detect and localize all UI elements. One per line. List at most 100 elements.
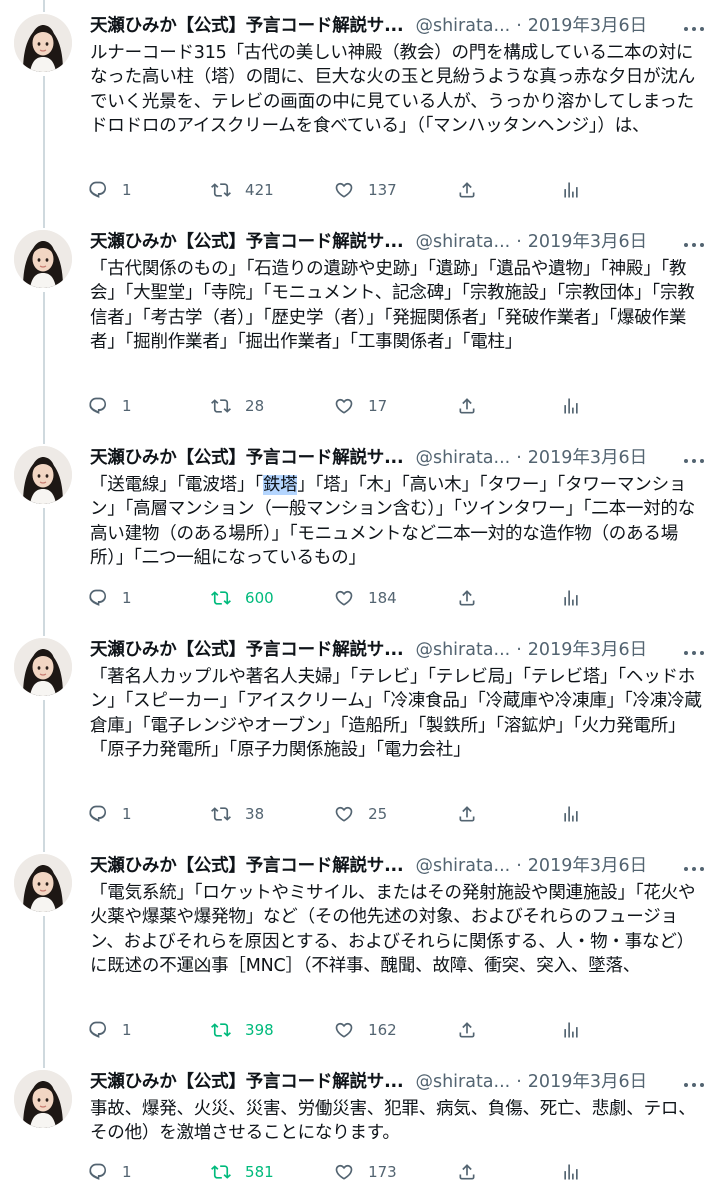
reply-button[interactable]: 1 [88,1162,211,1182]
avatar[interactable] [14,638,72,696]
retweet-count: 600 [245,589,274,607]
reply-button[interactable]: 1 [88,180,211,200]
tweet-date[interactable]: 2019年3月6日 [528,444,647,469]
share-button[interactable] [457,1162,561,1182]
like-button[interactable]: 162 [334,1020,457,1040]
analytics-button[interactable] [561,588,618,608]
more-options-icon[interactable] [683,860,705,878]
retweet-button[interactable]: 421 [211,180,334,200]
share-icon [457,1162,477,1182]
tweet[interactable]: 天瀬ひみか【公式】予言コード解説サ... @shirata... · 2019年… [0,0,721,216]
more-options-icon[interactable] [683,644,705,662]
tweet-date[interactable]: 2019年3月6日 [528,228,647,253]
reply-count: 1 [122,181,132,199]
more-options-icon[interactable] [683,236,705,254]
like-button[interactable]: 184 [334,588,457,608]
like-icon [334,1020,354,1040]
separator-dot: · [516,16,522,36]
like-count: 137 [368,181,397,199]
tweet-text: 「電気系統」「ロケットやミサイル、またはその発射施設や関連施設」「花火や火薬や爆… [90,883,696,977]
reply-icon [88,1020,108,1040]
share-button[interactable] [457,396,561,416]
more-options-icon[interactable] [683,1076,705,1094]
avatar[interactable] [14,14,72,72]
reply-icon [88,588,108,608]
share-button[interactable] [457,804,561,824]
retweet-button[interactable]: 38 [211,804,334,824]
author-name[interactable]: 天瀬ひみか【公式】予言コード解説サ... [90,228,404,253]
avatar[interactable] [14,230,72,288]
like-count: 184 [368,589,397,607]
share-button[interactable] [457,1020,561,1040]
tweet-header: 天瀬ひみか【公式】予言コード解説サ... @shirata... · 2019年… [90,12,705,38]
tweet-header: 天瀬ひみか【公式】予言コード解説サ... @shirata... · 2019年… [90,636,705,662]
retweet-count: 28 [245,397,265,415]
tweet[interactable]: 天瀬ひみか【公式】予言コード解説サ... @shirata... · 2019年… [0,840,721,1056]
tweet-header: 天瀬ひみか【公式】予言コード解説サ... @shirata... · 2019年… [90,444,705,470]
retweet-button[interactable]: 581 [211,1162,334,1182]
avatar[interactable] [14,446,72,504]
analytics-button[interactable] [561,180,618,200]
retweet-count: 38 [245,805,265,823]
analytics-icon [561,396,581,416]
retweet-button[interactable]: 600 [211,588,334,608]
author-name[interactable]: 天瀬ひみか【公式】予言コード解説サ... [90,636,404,661]
tweet[interactable]: 天瀬ひみか【公式】予言コード解説サ... @shirata... · 2019年… [0,1056,721,1200]
reply-button[interactable]: 1 [88,804,211,824]
tweet[interactable]: 天瀬ひみか【公式】予言コード解説サ... @shirata... · 2019年… [0,624,721,840]
analytics-icon [561,180,581,200]
retweet-button[interactable]: 398 [211,1020,334,1040]
avatar[interactable] [14,854,72,912]
like-button[interactable]: 25 [334,804,457,824]
like-button[interactable]: 137 [334,180,457,200]
tweet-text: 事故、爆発、火災、災害、労働災害、犯罪、病気、負傷、死亡、悲劇、テロ、その他）を… [90,1099,696,1144]
like-count: 162 [368,1021,397,1039]
tweet-text: 「送電線」「電波塔」「鉄塔」「塔」「木」「高い木」「タワー」「タワーマンション」… [90,473,705,571]
tweet-text: ルナーコード315「古代の美しい神殿（教会）の門を構成している二本の対になった高… [90,43,695,137]
share-button[interactable] [457,588,561,608]
retweet-count: 421 [245,181,274,199]
author-handle[interactable]: @shirata... [415,232,510,252]
author-name[interactable]: 天瀬ひみか【公式】予言コード解説サ... [90,852,404,877]
author-name[interactable]: 天瀬ひみか【公式】予言コード解説サ... [90,12,404,37]
tweet-date[interactable]: 2019年3月6日 [528,1068,647,1093]
separator-dot: · [516,232,522,252]
tweet-date[interactable]: 2019年3月6日 [528,636,647,661]
author-handle[interactable]: @shirata... [415,1072,510,1092]
tweet-header: 天瀬ひみか【公式】予言コード解説サ... @shirata... · 2019年… [90,1068,705,1094]
tweet-actions: 1 600 184 [88,586,618,610]
author-handle[interactable]: @shirata... [415,856,510,876]
analytics-button[interactable] [561,1162,618,1182]
analytics-button[interactable] [561,396,618,416]
share-icon [457,396,477,416]
reply-button[interactable]: 1 [88,396,211,416]
analytics-button[interactable] [561,804,618,824]
retweet-icon [211,804,231,824]
tweet[interactable]: 天瀬ひみか【公式】予言コード解説サ... @shirata... · 2019年… [0,432,721,624]
analytics-button[interactable] [561,1020,618,1040]
share-button[interactable] [457,180,561,200]
reply-button[interactable]: 1 [88,588,211,608]
tweet[interactable]: 天瀬ひみか【公式】予言コード解説サ... @shirata... · 2019年… [0,216,721,432]
reply-button[interactable]: 1 [88,1020,211,1040]
retweet-icon [211,588,231,608]
author-handle[interactable]: @shirata... [415,640,510,660]
share-icon [457,588,477,608]
author-name[interactable]: 天瀬ひみか【公式】予言コード解説サ... [90,1068,404,1093]
like-button[interactable]: 17 [334,396,457,416]
like-button[interactable]: 173 [334,1162,457,1182]
more-options-icon[interactable] [683,452,705,470]
avatar[interactable] [14,1070,72,1128]
share-icon [457,1020,477,1040]
author-handle[interactable]: @shirata... [415,16,510,36]
more-options-icon[interactable] [683,20,705,38]
reply-count: 1 [122,589,132,607]
tweet-header: 天瀬ひみか【公式】予言コード解説サ... @shirata... · 2019年… [90,852,705,878]
tweet-date[interactable]: 2019年3月6日 [528,12,647,37]
retweet-button[interactable]: 28 [211,396,334,416]
author-name[interactable]: 天瀬ひみか【公式】予言コード解説サ... [90,444,404,469]
tweet-date[interactable]: 2019年3月6日 [528,852,647,877]
author-handle[interactable]: @shirata... [415,448,510,468]
reply-icon [88,396,108,416]
separator-dot: · [516,448,522,468]
